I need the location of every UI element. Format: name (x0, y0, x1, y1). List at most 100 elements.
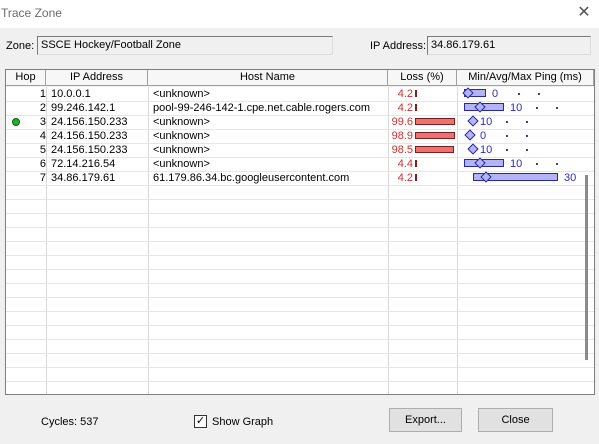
loss-value: 98.5 (391, 144, 413, 156)
ping-tick (506, 121, 508, 123)
loss-value: 4.2 (397, 88, 413, 100)
ping-value: 30 (564, 172, 577, 184)
ping-value: 0 (492, 88, 499, 100)
column-hop[interactable]: Hop (6, 70, 46, 86)
hop-number: 2 (39, 102, 46, 114)
check-icon: ✓ (195, 415, 206, 427)
hop-host-name: <unknown> (153, 144, 210, 156)
loss-bar (415, 104, 417, 111)
ping-tick (506, 135, 508, 137)
row-divider (6, 213, 594, 214)
ping-tick (506, 149, 508, 151)
row-divider (6, 339, 594, 340)
row-divider (6, 381, 594, 382)
ping-value: 0 (480, 130, 487, 142)
table-row[interactable]: 6 72.14.216.54 <unknown> 4.4 10 (6, 157, 589, 171)
loss-value: 4.2 (397, 172, 413, 184)
table-row[interactable]: 7 34.86.179.61 61.179.86.34.bc.googleuserc… (6, 171, 589, 185)
ping-tick (536, 163, 538, 165)
row-divider (6, 185, 594, 186)
hop-ip-address: 24.156.150.233 (51, 116, 128, 128)
ping-tick (518, 93, 520, 95)
column-ip-address[interactable]: IP Address (46, 70, 148, 86)
scrollbar[interactable] (585, 175, 588, 360)
ping-tick (536, 107, 538, 109)
row-divider (6, 241, 594, 242)
row-divider (6, 325, 594, 326)
hop-ip-address: 24.156.150.233 (51, 144, 128, 156)
loss-bar (415, 174, 417, 181)
hop-host-name: <unknown> (153, 130, 210, 142)
row-divider (6, 227, 594, 228)
loss-bar (415, 132, 455, 139)
hop-host-name: pool-99-246-142-1.cpe.net.cable.rogers.c… (153, 102, 371, 114)
hop-host-name: 61.179.86.34.bc.googleusercontent.com (153, 172, 350, 184)
zone-label: Zone: (6, 40, 35, 52)
ping-tick (526, 135, 528, 137)
row-divider (6, 353, 594, 354)
loss-bar (415, 160, 417, 167)
hop-host-name: <unknown> (153, 158, 210, 170)
ping-tick (526, 121, 528, 123)
hop-ip-address: 10.0.0.1 (51, 88, 91, 100)
zone-field: SSCE Hockey/Football Zone (37, 36, 333, 55)
ping-tick (526, 149, 528, 151)
row-divider (6, 311, 594, 312)
loss-bar (415, 118, 455, 125)
ip-address-label: IP Address: (370, 40, 427, 52)
ping-tick (538, 93, 540, 95)
ping-tick (556, 107, 558, 109)
hop-ip-address: 99.246.142.1 (51, 102, 116, 114)
row-divider (6, 283, 594, 284)
trace-list[interactable]: Hop IP Address Host Name Loss (%) Min/Av… (5, 69, 595, 395)
loss-value: 4.2 (397, 102, 413, 114)
export-button[interactable]: Export... (389, 408, 462, 432)
column-host-name[interactable]: Host Name (148, 70, 388, 86)
loss-value: 98.9 (391, 130, 413, 142)
ping-avg-marker (467, 115, 479, 127)
table-row[interactable]: 4 24.156.150.233 <unknown> 98.9 0 (6, 129, 589, 143)
row-divider (6, 367, 594, 368)
hop-ip-address: 24.156.150.233 (51, 130, 128, 142)
ping-value: 10 (510, 158, 523, 170)
hop-ip-address: 72.14.216.54 (51, 158, 116, 170)
list-header: Hop IP Address Host Name Loss (%) Min/Av… (6, 70, 594, 87)
loss-value: 99.6 (391, 116, 413, 128)
hop-ip-address: 34.86.179.61 (51, 172, 116, 184)
hop-number: 5 (39, 144, 46, 156)
hop-number: 6 (39, 158, 46, 170)
table-row[interactable]: 1 10.0.0.1 <unknown> 4.2 0 (6, 87, 589, 101)
loss-value: 4.4 (397, 158, 413, 170)
hop-number: 1 (39, 88, 46, 100)
ping-avg-marker (464, 129, 476, 141)
row-divider (6, 199, 594, 200)
close-icon[interactable]: ✕ (569, 0, 599, 28)
window-title: Trace Zone (1, 6, 62, 20)
loss-bar (415, 90, 417, 97)
hop-host-name: <unknown> (153, 116, 210, 128)
show-graph-checkbox[interactable]: ✓ (194, 415, 207, 428)
table-row[interactable]: 3 24.156.150.233 <unknown> 99.6 10 (6, 115, 589, 129)
cycles-count: Cycles: 537 (41, 416, 99, 428)
list-body: 1 10.0.0.1 <unknown> 4.2 0 2 99.246.142.1 pool-… (6, 87, 594, 394)
ping-value: 10 (510, 102, 523, 114)
ping-value: 10 (480, 144, 493, 156)
show-graph-label: Show Graph (212, 416, 274, 428)
row-divider (6, 297, 594, 298)
hop-number: 4 (39, 130, 46, 142)
table-row[interactable]: 5 24.156.150.233 <unknown> 98.5 10 (6, 143, 589, 157)
hop-number: 7 (39, 172, 46, 184)
ping-value: 10 (480, 116, 493, 128)
hop-number: 3 (39, 116, 46, 128)
title-bar: Trace Zone ✕ (0, 0, 599, 28)
row-divider (6, 255, 594, 256)
ping-tick (556, 163, 558, 165)
close-button[interactable]: Close (478, 408, 553, 432)
ip-address-field: 34.86.179.61 (427, 36, 591, 55)
loss-bar (415, 146, 454, 153)
table-row[interactable]: 2 99.246.142.1 pool-99-246-142-1.cpe.net.c… (6, 101, 589, 115)
column-ping[interactable]: Min/Avg/Max Ping (ms) (457, 70, 594, 86)
column-loss[interactable]: Loss (%) (388, 70, 457, 86)
row-divider (6, 269, 594, 270)
hop-host-name: <unknown> (153, 88, 210, 100)
